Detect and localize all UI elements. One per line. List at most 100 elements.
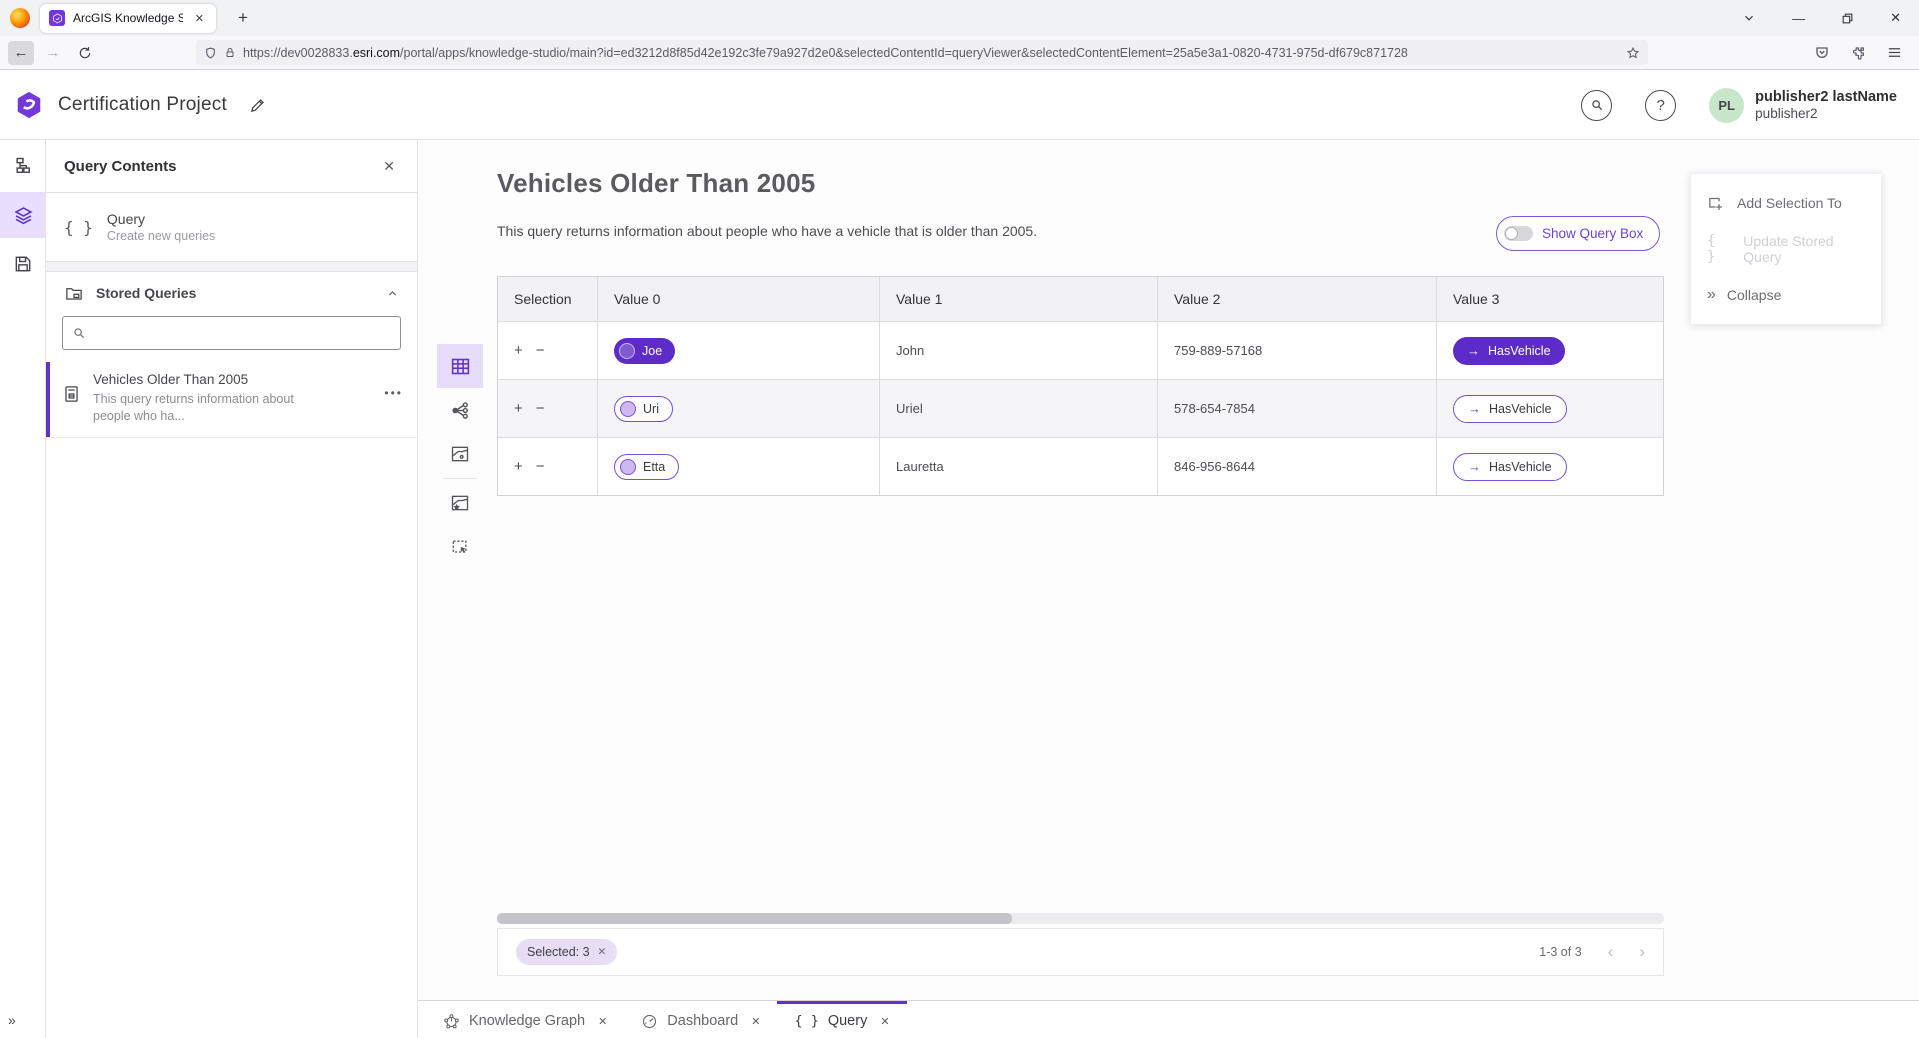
- selected-count-chip[interactable]: Selected: 3 ✕: [516, 939, 617, 965]
- new-tab-button[interactable]: +: [232, 8, 254, 28]
- relationship-pill[interactable]: →HasVehicle: [1453, 453, 1567, 481]
- toggle-track[interactable]: [1504, 226, 1533, 241]
- window-close-button[interactable]: ✕: [1890, 10, 1901, 26]
- stored-queries-search[interactable]: [62, 316, 401, 350]
- show-query-box-toggle[interactable]: Show Query Box: [1496, 216, 1660, 251]
- braces-icon: { }: [794, 1013, 818, 1029]
- rail-item-query-contents[interactable]: [0, 192, 46, 238]
- toggle-knob: [1505, 227, 1518, 240]
- tab-list-chevron-icon[interactable]: [1742, 11, 1756, 25]
- search-input[interactable]: [94, 326, 391, 341]
- panel-close-icon[interactable]: ✕: [379, 154, 399, 179]
- table-view-button[interactable]: [437, 344, 483, 388]
- pocket-icon[interactable]: [1814, 45, 1830, 61]
- table-row[interactable]: +− Joe John 759-889-57168 →HasVehicle: [498, 321, 1663, 379]
- row-remove-button[interactable]: −: [536, 400, 545, 417]
- relationship-pill[interactable]: →HasVehicle: [1453, 395, 1567, 423]
- clear-selection-icon[interactable]: ✕: [598, 946, 607, 958]
- row-remove-button[interactable]: −: [536, 458, 545, 475]
- firefox-icon[interactable]: [10, 8, 30, 28]
- extensions-puzzle-icon[interactable]: [1850, 45, 1866, 61]
- magnifier-icon: [72, 326, 86, 340]
- window-restore-button[interactable]: [1841, 12, 1854, 25]
- new-query-item[interactable]: { } Query Create new queries: [46, 193, 417, 262]
- relationship-pill[interactable]: →HasVehicle: [1453, 337, 1565, 365]
- link-chart-view-button[interactable]: [437, 388, 483, 432]
- edit-title-pencil-icon[interactable]: [249, 97, 266, 114]
- table-row[interactable]: +− Uri Uriel 578-654-7854 →HasVehicle: [498, 379, 1663, 437]
- next-page-button[interactable]: ›: [1639, 942, 1645, 962]
- relationship-arrow-icon: →: [1468, 401, 1481, 416]
- expand-rail-chevrons[interactable]: »: [8, 1012, 15, 1028]
- help-button[interactable]: ?: [1645, 90, 1676, 121]
- select-tool-button[interactable]: [437, 525, 483, 569]
- lock-icon[interactable]: [224, 46, 236, 59]
- url-text[interactable]: https://dev0028833.esri.com/portal/apps/…: [243, 46, 1619, 60]
- column-header[interactable]: Value 3: [1437, 277, 1663, 321]
- selected-indicator: [46, 362, 50, 437]
- column-header[interactable]: Value 0: [598, 277, 880, 321]
- chevron-up-icon[interactable]: [386, 287, 399, 300]
- menu-item-add-selection-to[interactable]: Add Selection To: [1691, 180, 1881, 226]
- stored-query-title: Vehicles Older Than 2005: [93, 372, 301, 387]
- back-button[interactable]: ←: [8, 41, 34, 65]
- user-info[interactable]: publisher2 lastName publisher2: [1755, 88, 1897, 123]
- selection-box-icon: [450, 537, 470, 557]
- stored-query-item[interactable]: Vehicles Older Than 2005 This query retu…: [46, 362, 417, 438]
- horizontal-scrollbar[interactable]: [497, 913, 1664, 924]
- column-header[interactable]: Selection: [498, 277, 598, 321]
- stored-queries-section-header[interactable]: Stored Queries: [46, 272, 417, 314]
- entity-pill[interactable]: Uri: [614, 396, 673, 422]
- map-view-button[interactable]: [437, 432, 483, 476]
- entity-pill[interactable]: Joe: [614, 338, 675, 364]
- browser-tab[interactable]: ArcGIS Knowledge Studio ✕: [40, 4, 216, 33]
- search-button[interactable]: [1581, 90, 1612, 121]
- column-header[interactable]: Value 2: [1158, 277, 1437, 321]
- app-favicon-icon: [49, 10, 65, 26]
- query-results-table: Selection Value 0 Value 1 Value 2 Value …: [497, 276, 1664, 496]
- workspace: » Query Contents ✕ { } Query Create new …: [0, 140, 1919, 1038]
- collapse-chevrons-icon: »: [1707, 286, 1714, 304]
- url-bar[interactable]: https://dev0028833.esri.com/portal/apps/…: [196, 40, 1648, 65]
- tool-strip-divider: [443, 478, 477, 479]
- menu-item-collapse[interactable]: » Collapse: [1691, 272, 1881, 318]
- user-subtitle: publisher2: [1755, 106, 1897, 123]
- shield-icon[interactable]: [204, 46, 217, 60]
- tab-close-icon[interactable]: ✕: [191, 10, 208, 27]
- stored-query-doc-icon: [62, 384, 81, 404]
- panel-header: Query Contents ✕: [46, 140, 417, 193]
- layers-icon: [13, 205, 34, 226]
- avatar[interactable]: PL: [1709, 88, 1744, 123]
- scrollbar-thumb[interactable]: [497, 913, 1012, 924]
- tab-dashboard[interactable]: Dashboard ✕: [624, 1001, 777, 1038]
- table-row[interactable]: +− Etta Lauretta 846-956-8644 →HasVehicl…: [498, 437, 1663, 495]
- add-to-map-button[interactable]: [437, 481, 483, 525]
- bookmark-star-icon[interactable]: [1626, 46, 1640, 60]
- row-add-button[interactable]: +: [514, 342, 523, 359]
- window-minimize-button[interactable]: —: [1792, 11, 1805, 26]
- row-add-button[interactable]: +: [514, 458, 523, 475]
- reload-button[interactable]: [72, 41, 98, 65]
- row-remove-button[interactable]: −: [536, 342, 545, 359]
- tab-knowledge-graph[interactable]: Knowledge Graph ✕: [426, 1001, 624, 1038]
- forward-button[interactable]: →: [40, 41, 66, 65]
- rail-item-save[interactable]: [0, 241, 46, 287]
- rail-item-hierarchy[interactable]: [0, 143, 46, 189]
- show-query-box-label: Show Query Box: [1542, 226, 1643, 241]
- tab-query[interactable]: { } Query ✕: [777, 1001, 906, 1038]
- hamburger-menu-icon[interactable]: [1886, 45, 1903, 60]
- entity-pill[interactable]: Etta: [614, 454, 679, 480]
- close-tab-icon[interactable]: ✕: [880, 1015, 889, 1028]
- table-icon: [450, 356, 471, 377]
- left-rail: »: [0, 140, 46, 1038]
- column-header[interactable]: Value 1: [880, 277, 1158, 321]
- close-tab-icon[interactable]: ✕: [598, 1015, 607, 1028]
- close-tab-icon[interactable]: ✕: [751, 1015, 760, 1028]
- app-header: Certification Project ? PL publisher2 la…: [0, 71, 1919, 140]
- menu-item-update-stored-query[interactable]: { } Update Stored Query: [1691, 226, 1881, 272]
- prev-page-button[interactable]: ‹: [1608, 942, 1614, 962]
- link-chart-icon: [450, 400, 471, 421]
- item-more-icon[interactable]: •••: [384, 386, 403, 425]
- row-add-button[interactable]: +: [514, 400, 523, 417]
- query-title: Vehicles Older Than 2005: [497, 168, 815, 199]
